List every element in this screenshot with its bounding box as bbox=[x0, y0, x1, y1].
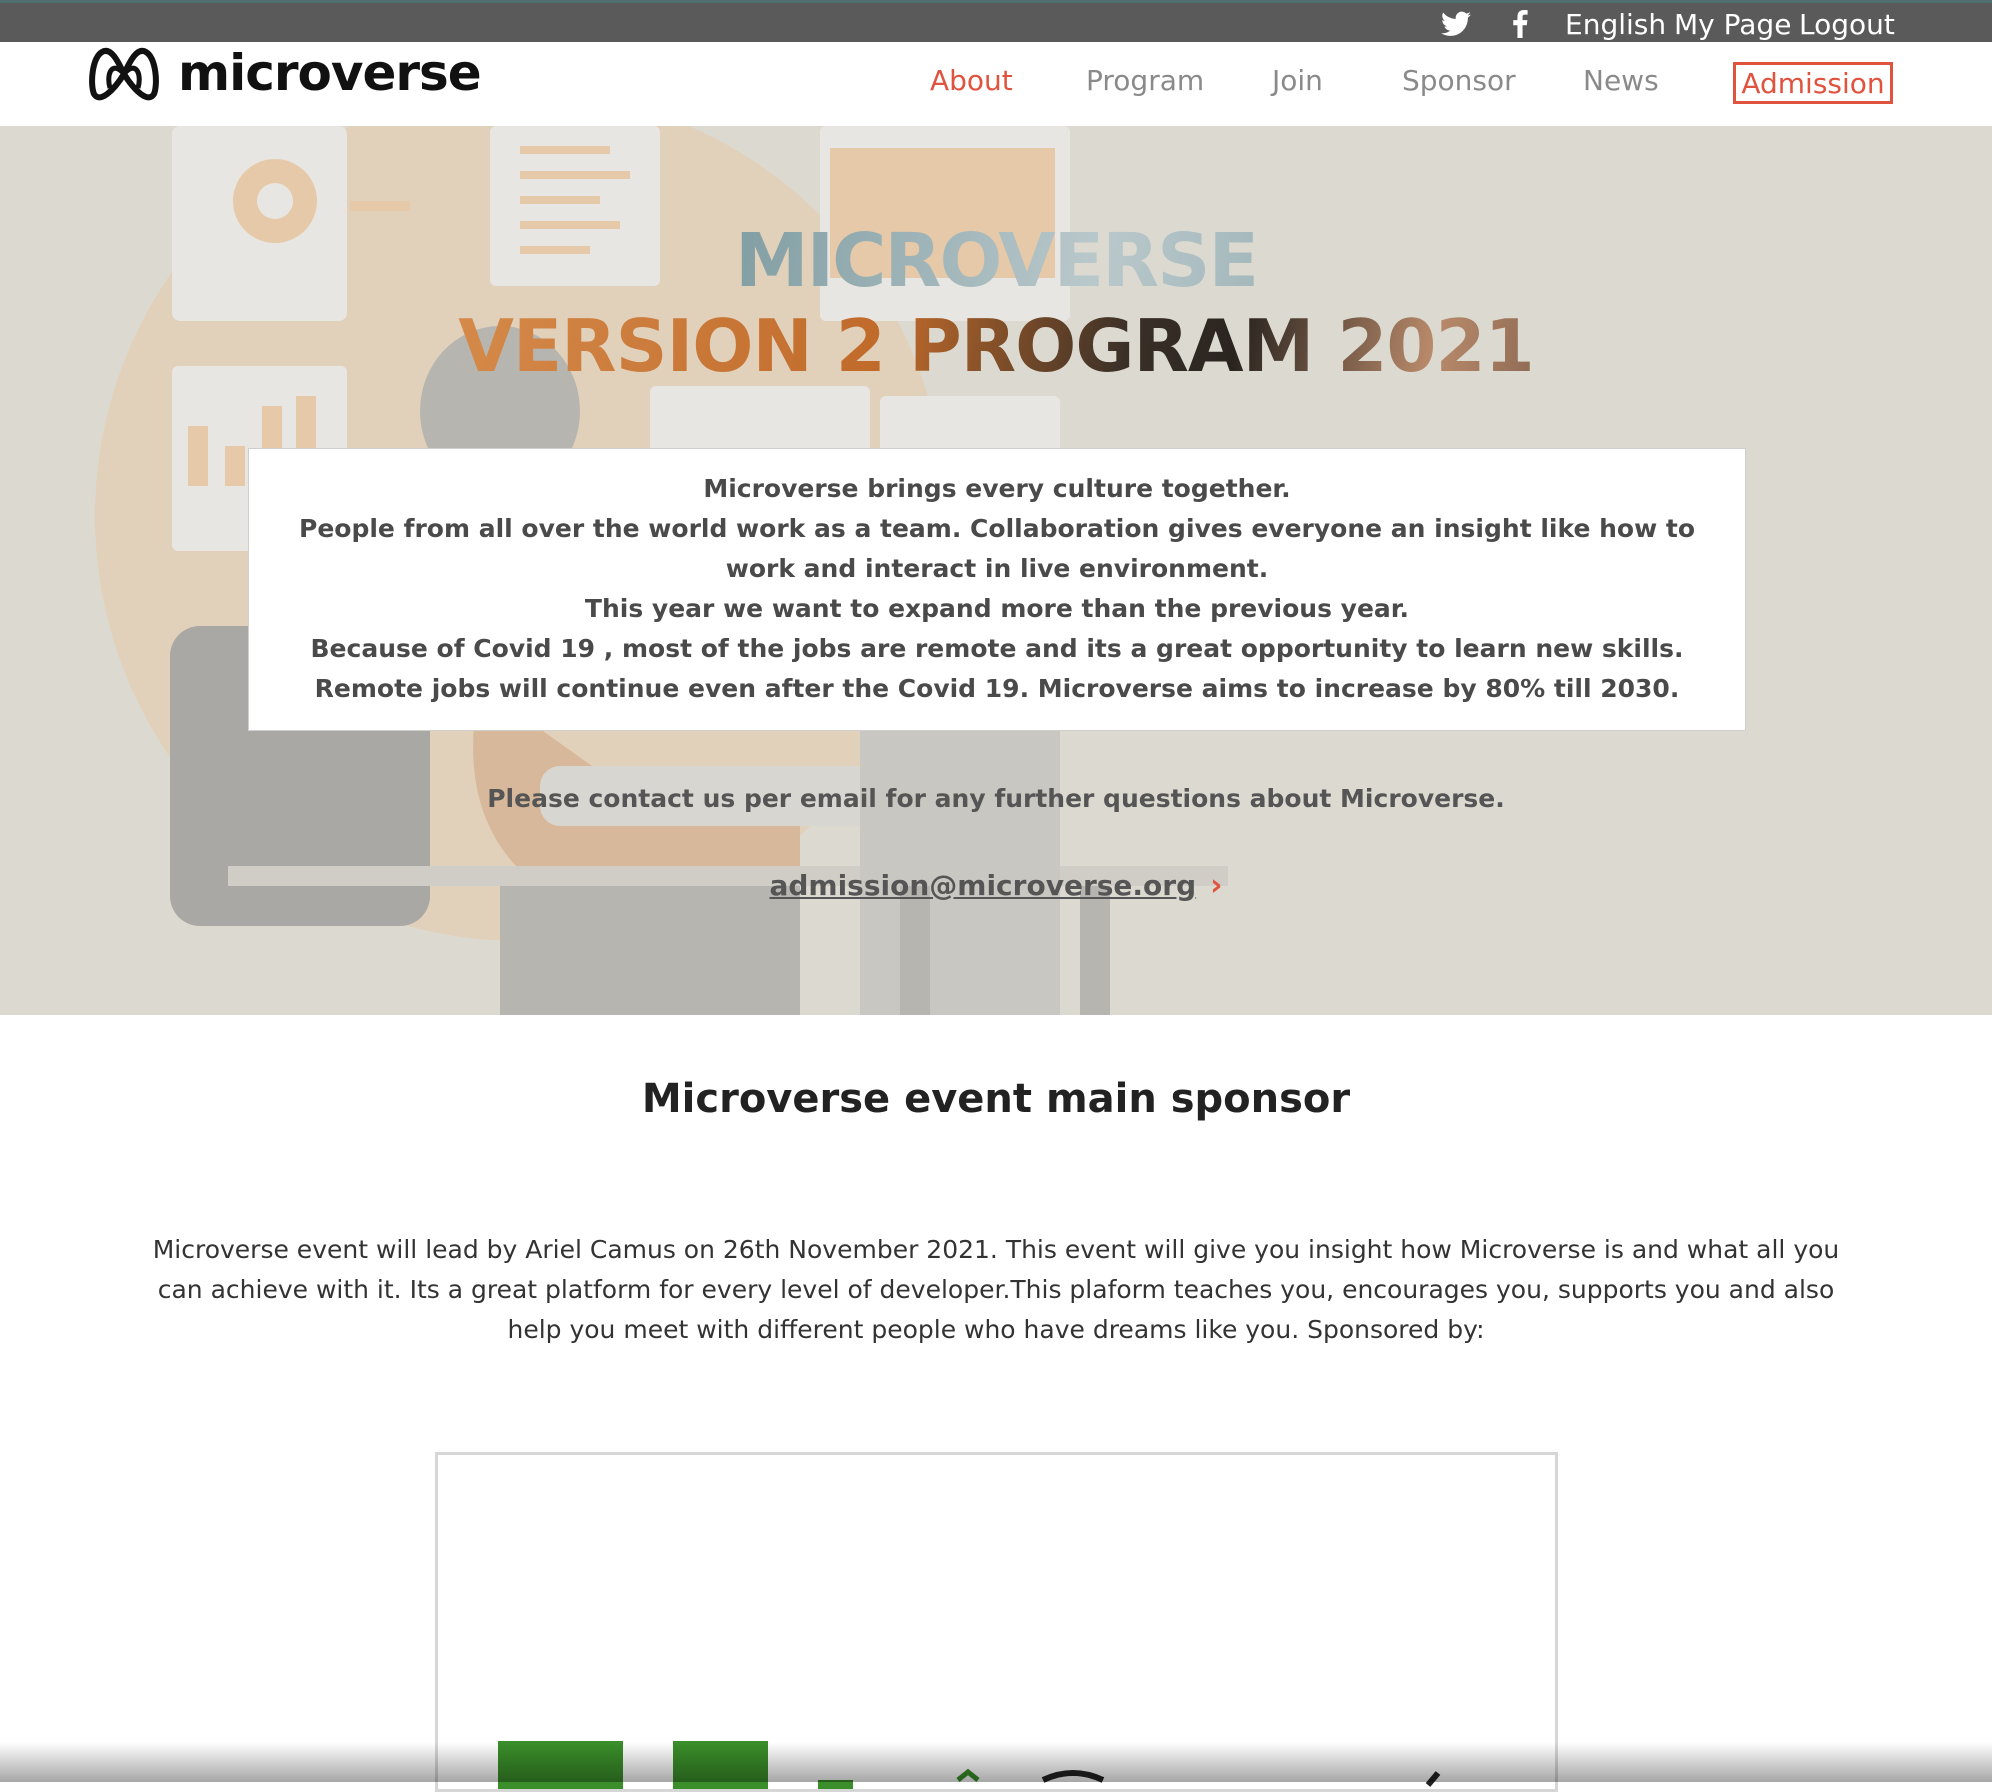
hero-paragraph: People from all over the world work as a… bbox=[299, 514, 1695, 583]
nav-about[interactable]: About bbox=[930, 64, 1013, 97]
logo-text: microverse bbox=[178, 44, 482, 102]
hero-contact-text: Please contact us per email for any furt… bbox=[487, 784, 1505, 813]
hero-paragraph: This year we want to expand more than th… bbox=[584, 594, 1410, 623]
logout-link[interactable]: Logout bbox=[1799, 3, 1895, 45]
language-link[interactable]: English bbox=[1565, 3, 1666, 45]
hero-email-row: admission@microverse.org › bbox=[0, 868, 1992, 903]
sponsor-description: Microverse event will lead by Ariel Camu… bbox=[152, 1235, 1840, 1344]
twitter-icon[interactable] bbox=[1441, 3, 1471, 45]
hero-paragraph: Microverse brings every culture together… bbox=[703, 474, 1291, 503]
sponsor-logo-image bbox=[498, 1741, 1441, 1789]
my-page-link[interactable]: My Page bbox=[1674, 3, 1791, 45]
nav-join[interactable]: Join bbox=[1272, 64, 1323, 97]
site-header: microverse About Program Join Sponsor Ne… bbox=[0, 42, 1992, 126]
top-utility-bar: English My Page Logout bbox=[0, 0, 1992, 42]
admission-button[interactable]: Admission bbox=[1733, 62, 1893, 104]
hero-info-box: Microverse brings every culture together… bbox=[248, 448, 1746, 731]
hero-title-program-text: VERSION 2 PROGRAM 2021 bbox=[458, 304, 1534, 388]
sponsor-section-title: Microverse event main sponsor bbox=[641, 1076, 1351, 1122]
admission-email-link[interactable]: admission@microverse.org bbox=[769, 869, 1196, 902]
window-bottom-shadow bbox=[0, 1742, 1992, 1782]
facebook-icon[interactable] bbox=[1512, 3, 1528, 45]
hero-title-program: VERSION 2 PROGRAM 2021 bbox=[0, 304, 1992, 388]
hero-section: MICROVERSE VERSION 2 PROGRAM 2021 Microv… bbox=[0, 126, 1992, 1015]
chevron-right-icon[interactable]: › bbox=[1210, 868, 1222, 903]
sponsor-logo-card bbox=[435, 1452, 1558, 1792]
nav-news[interactable]: News bbox=[1583, 64, 1659, 97]
nav-sponsor[interactable]: Sponsor bbox=[1402, 64, 1516, 97]
logo[interactable]: microverse bbox=[88, 42, 482, 104]
hero-title-microverse: MICROVERSE bbox=[0, 218, 1992, 304]
microverse-logo-icon bbox=[89, 47, 159, 101]
nav-program[interactable]: Program bbox=[1086, 64, 1204, 97]
hero-paragraph: Because of Covid 19 , most of the jobs a… bbox=[310, 634, 1684, 703]
